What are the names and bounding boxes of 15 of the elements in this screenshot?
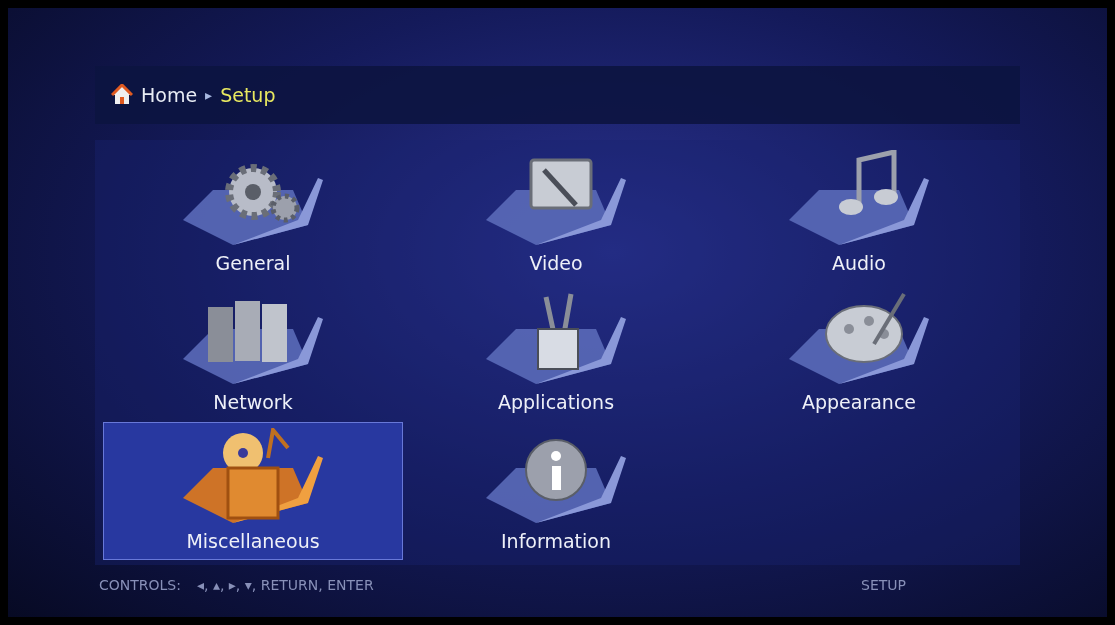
menu-item[interactable]: Network [103, 283, 403, 421]
controls-label: CONTROLS: [99, 575, 181, 595]
house-icon [111, 84, 133, 106]
menu-item[interactable]: Appearance [709, 283, 1009, 421]
section-label: SETUP [861, 575, 906, 595]
breadcrumb-separator: ▸ [205, 85, 213, 105]
breadcrumb-current: Setup [220, 82, 276, 108]
menu-item[interactable]: Audio [709, 144, 1009, 282]
menu-item[interactable]: Video [406, 144, 706, 282]
controls-keys: ◂, ▴, ▸, ▾, RETURN, ENTER [197, 574, 374, 596]
menu-item[interactable]: Applications [406, 283, 706, 421]
menu-item[interactable]: General [103, 144, 403, 282]
menu-item[interactable]: Miscellaneous [103, 422, 403, 560]
menu-item[interactable]: Information [406, 422, 706, 560]
home-link[interactable]: Home [141, 80, 198, 110]
